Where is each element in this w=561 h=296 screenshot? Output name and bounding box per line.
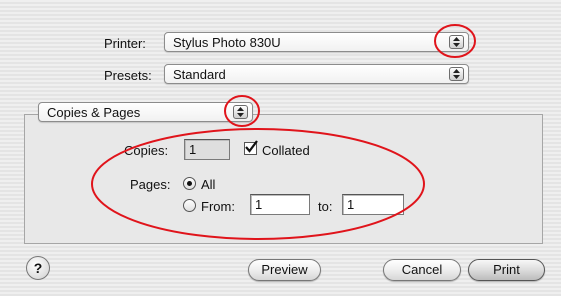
panel-selector-popup[interactable]: Copies & Pages xyxy=(38,102,253,122)
popup-arrows-icon xyxy=(449,67,464,81)
collated-checkbox[interactable] xyxy=(244,140,258,155)
cancel-button[interactable]: Cancel xyxy=(383,259,461,281)
pages-to-field[interactable]: 1 xyxy=(342,194,404,215)
pages-to-value: 1 xyxy=(347,197,355,212)
presets-popup-value: Standard xyxy=(173,67,226,82)
print-button[interactable]: Print xyxy=(468,259,545,281)
preview-button[interactable]: Preview xyxy=(248,259,321,281)
presets-popup[interactable]: Standard xyxy=(164,64,469,84)
printer-label: Printer: xyxy=(104,36,146,51)
presets-label: Presets: xyxy=(104,68,152,83)
copies-value: 1 xyxy=(189,142,197,157)
collated-label: Collated xyxy=(262,143,310,158)
popup-arrows-icon xyxy=(449,35,464,49)
pages-all-radio[interactable] xyxy=(183,177,196,190)
printer-popup-value: Stylus Photo 830U xyxy=(173,35,281,50)
pages-label: Pages: xyxy=(130,177,171,192)
popup-arrows-icon xyxy=(233,105,248,119)
pages-all-label: All xyxy=(201,177,216,192)
help-button[interactable]: ? xyxy=(26,256,50,280)
pages-from-radio[interactable] xyxy=(183,199,196,212)
pages-from-field[interactable]: 1 xyxy=(250,194,310,215)
printer-popup[interactable]: Stylus Photo 830U xyxy=(164,32,469,52)
copies-pages-panel xyxy=(24,114,543,244)
checkmark-icon xyxy=(245,140,258,153)
copies-label: Copies: xyxy=(124,143,169,158)
pages-from-label: From: xyxy=(201,199,235,214)
radio-selected-dot xyxy=(187,181,192,186)
copies-field[interactable]: 1 xyxy=(184,139,230,160)
pages-from-value: 1 xyxy=(255,197,263,212)
panel-selector-value: Copies & Pages xyxy=(47,105,141,120)
pages-to-label: to: xyxy=(318,199,333,214)
